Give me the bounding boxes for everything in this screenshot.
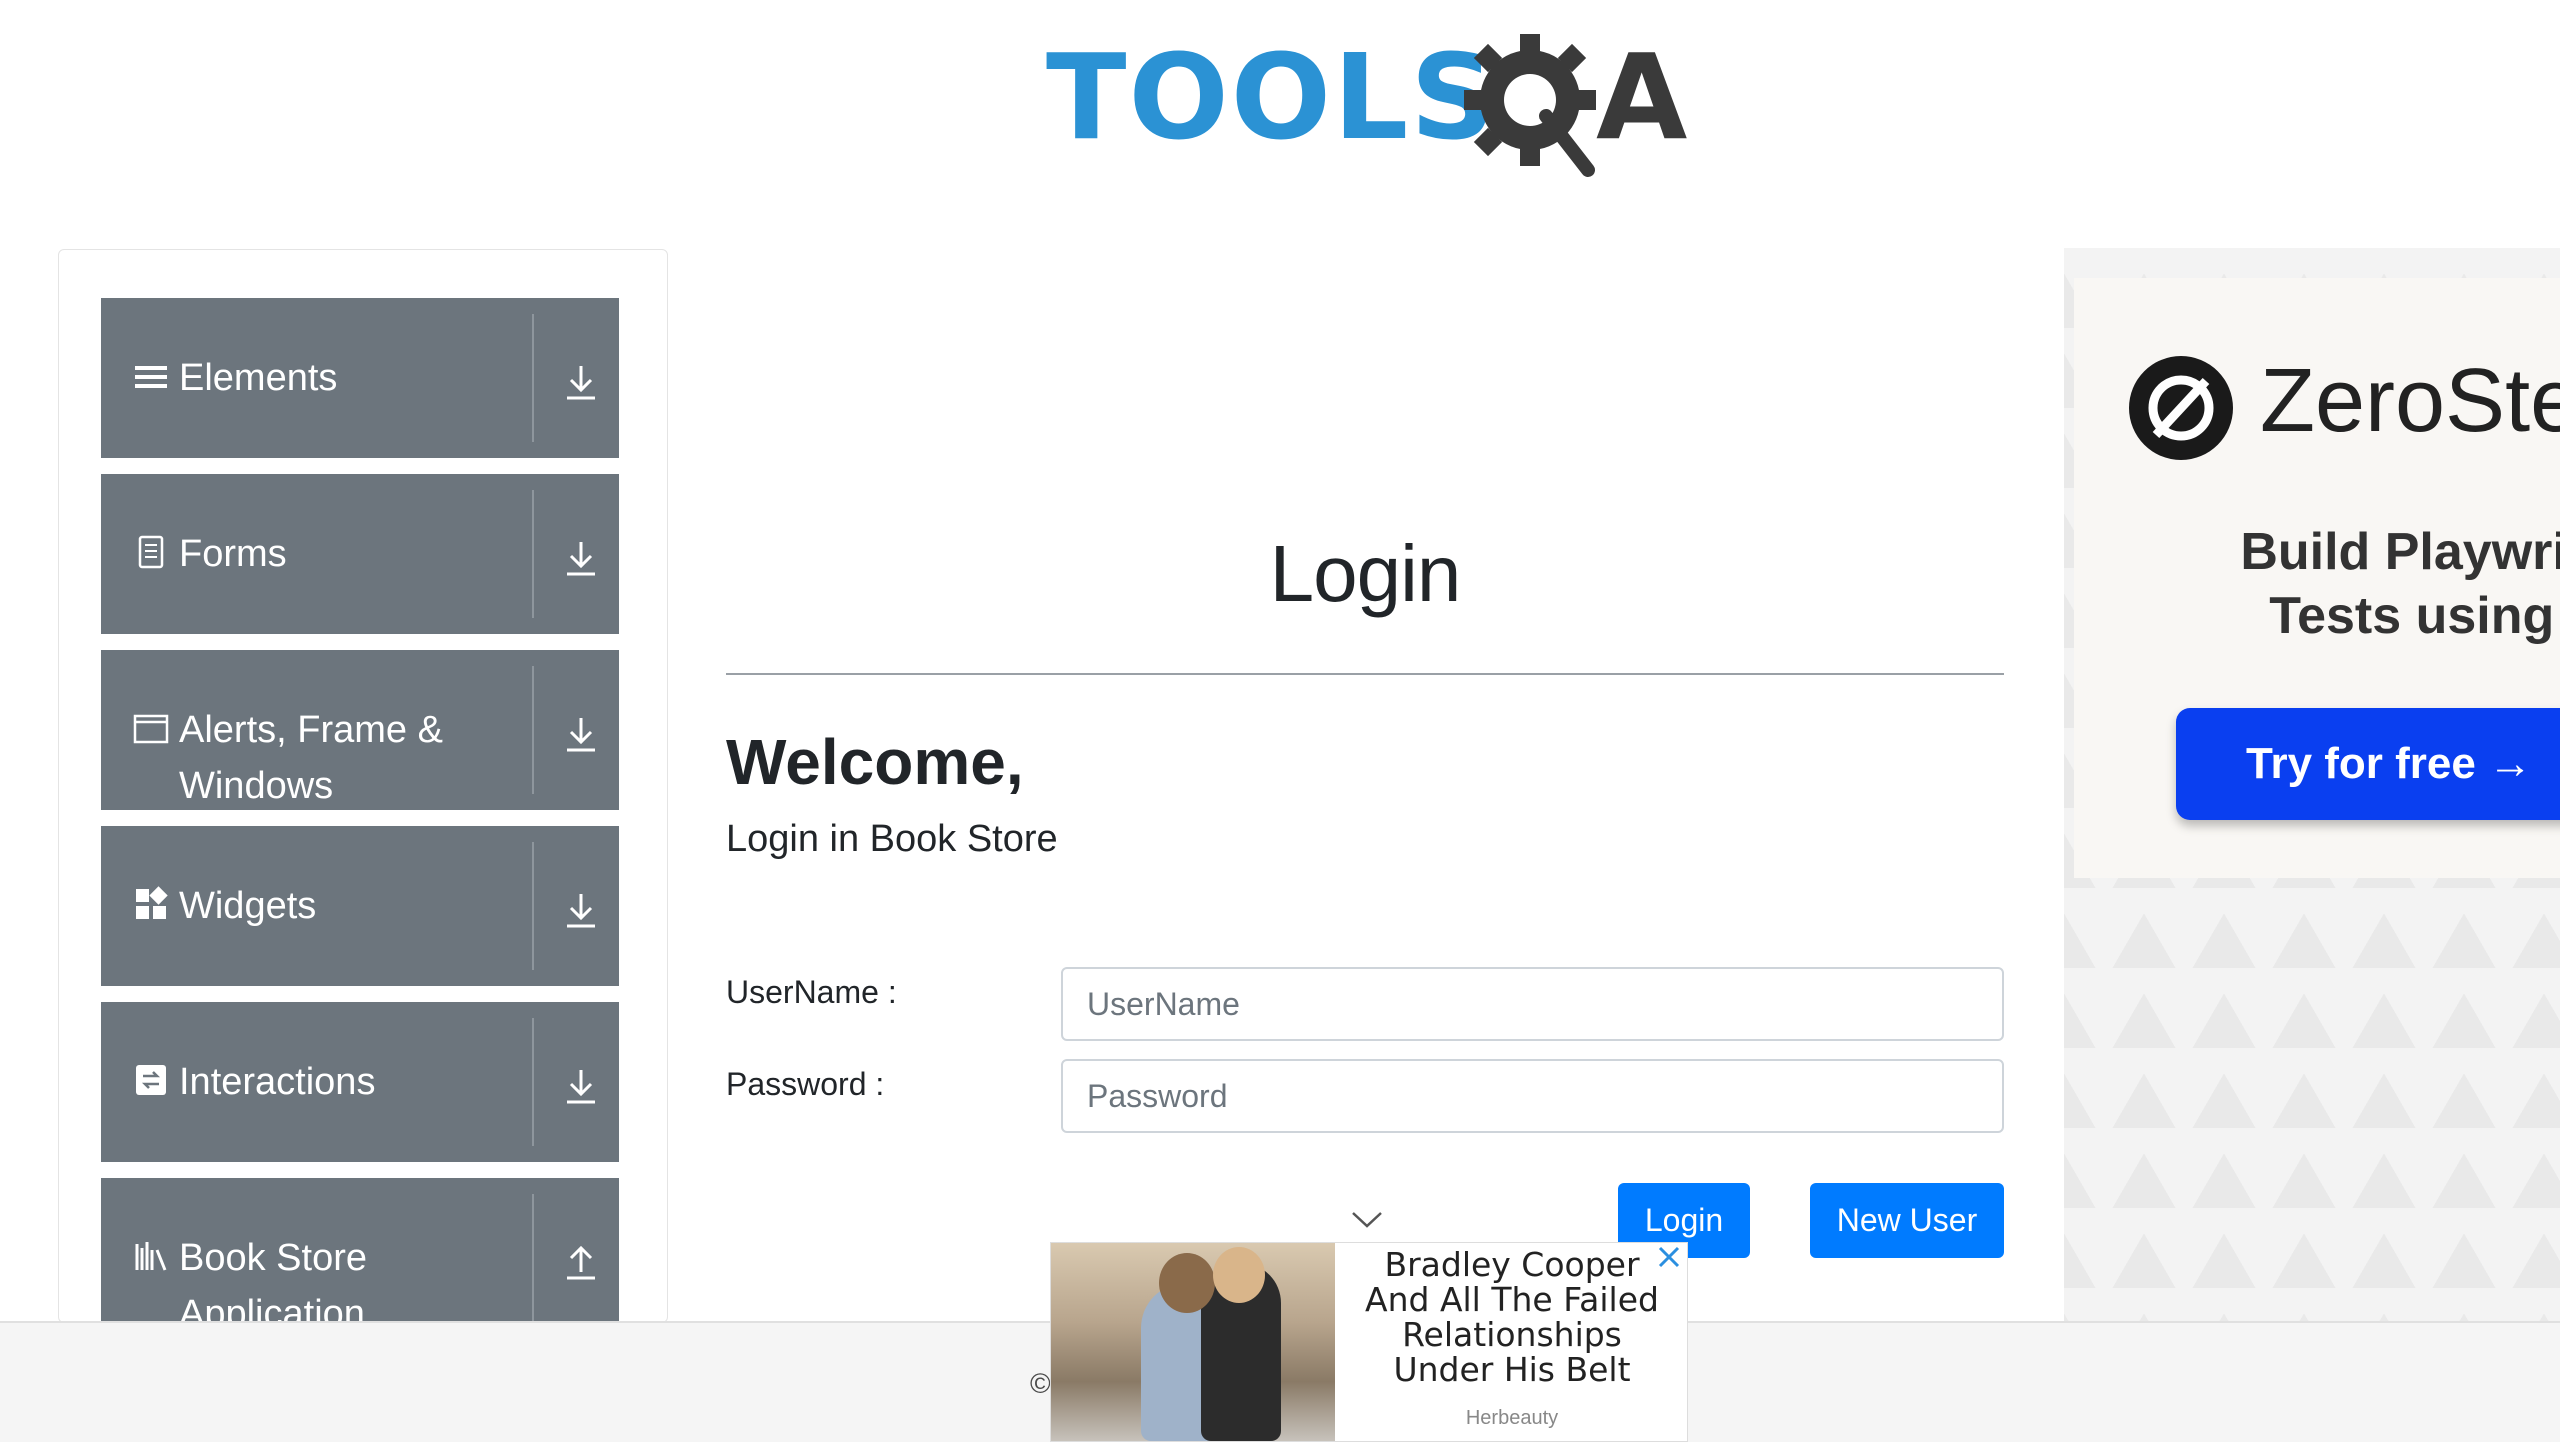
divider [532, 1018, 534, 1146]
download-arrow-icon[interactable] [563, 1066, 599, 1106]
divider [532, 314, 534, 442]
sidebar-group-forms[interactable]: Forms [101, 474, 619, 634]
sidebar-group-interactions[interactable]: Interactions [101, 1002, 619, 1162]
title-divider [726, 673, 2004, 675]
zerostep-logo-icon [2129, 356, 2233, 460]
ad-figure [1213, 1247, 1265, 1303]
sidebar-group-label: Interactions [179, 1061, 376, 1103]
window-icon [133, 714, 169, 744]
username-label: UserName : [726, 974, 897, 1010]
interactions-icon [136, 1065, 166, 1095]
sidebar-group-book-store[interactable]: Book Store Application [101, 1178, 619, 1323]
sidebar-group-alerts[interactable]: Alerts, Frame & Windows [101, 650, 619, 810]
ad-headline[interactable]: Bradley Cooper And All The Failed Relati… [1347, 1247, 1677, 1387]
document-icon [138, 535, 164, 569]
hamburger-icon [135, 366, 167, 388]
zerostep-brand: ZeroStep [2260, 351, 2560, 451]
close-icon[interactable] [1655, 1243, 1683, 1271]
sidebar: Elements Forms Alerts, Frame & Windows W… [58, 249, 668, 1323]
try-for-free-button[interactable]: Try for free → [2176, 708, 2560, 820]
sidebar-group-elements[interactable]: Elements [101, 298, 619, 458]
chevron-down-icon[interactable] [1350, 1210, 1384, 1230]
divider [532, 1194, 534, 1322]
gear-magnifier-icon [1464, 34, 1596, 177]
divider [532, 490, 534, 618]
download-arrow-icon[interactable] [563, 890, 599, 930]
books-icon [135, 1242, 167, 1271]
divider [532, 842, 534, 970]
login-subtitle: Login in Book Store [726, 818, 1058, 860]
header: TOOLS A [0, 0, 2560, 200]
bottom-ad[interactable]: Bradley Cooper And All The Failed Relati… [1050, 1242, 1688, 1442]
page-title: Login [1269, 529, 1462, 618]
ad-figure [1159, 1253, 1215, 1313]
welcome-heading: Welcome, [726, 726, 1024, 798]
password-input[interactable] [1061, 1059, 2004, 1133]
widgets-icon [136, 886, 168, 919]
password-label: Password : [726, 1066, 885, 1102]
toolsqa-logo[interactable]: TOOLS A [1046, 30, 1694, 180]
footer-text-left: © [1030, 1368, 1051, 1399]
zerostep-tagline: Build Playwright Tests using AI [2240, 523, 2560, 645]
sidebar-group-label: Book Store Application [179, 1237, 367, 1323]
new-user-button[interactable]: New User [1810, 1183, 2004, 1258]
username-input[interactable] [1061, 967, 2004, 1041]
download-arrow-icon[interactable] [563, 362, 599, 402]
sidebar-group-label: Forms [179, 533, 287, 575]
sidebar-group-label: Widgets [179, 885, 317, 927]
ad-source: Herbeauty [1465, 1407, 1559, 1429]
ad-image[interactable] [1051, 1243, 1335, 1441]
download-arrow-icon[interactable] [563, 714, 599, 754]
logo-text-tools: TOOLS [1046, 28, 1498, 166]
right-ad-panel[interactable]: ZeroStep Build Playwright Tests using AI… [2064, 248, 2560, 1321]
download-arrow-icon[interactable] [563, 538, 599, 578]
sidebar-group-widgets[interactable]: Widgets [101, 826, 619, 986]
upload-arrow-icon[interactable] [563, 1242, 599, 1282]
sidebar-group-label: Alerts, Frame & Windows [179, 709, 443, 807]
logo-text-a: A [1596, 28, 1688, 166]
sidebar-group-label: Elements [179, 357, 338, 399]
divider [532, 666, 534, 794]
